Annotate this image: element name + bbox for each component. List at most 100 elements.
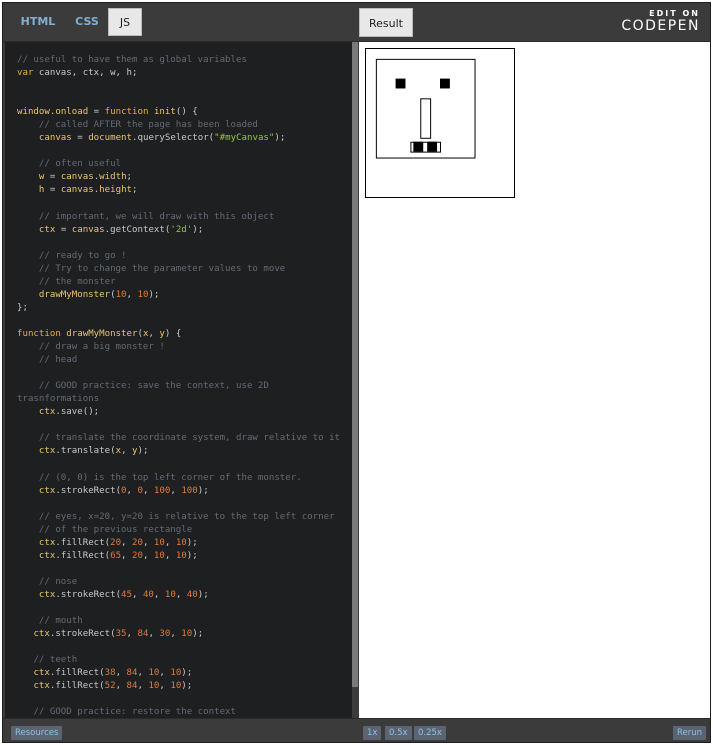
resources-button[interactable]: Resources bbox=[11, 726, 63, 740]
tab-html[interactable]: HTML bbox=[10, 8, 66, 36]
code-line: // of the previous rectangle bbox=[17, 524, 352, 537]
code-token: // ready to go ! bbox=[38, 250, 127, 261]
monster-tooth bbox=[413, 141, 424, 152]
code-token: = bbox=[71, 133, 89, 144]
code-token: ctx bbox=[38, 446, 56, 457]
code-token: drawMyMonster bbox=[66, 328, 138, 339]
code-token: .strokeRect( bbox=[49, 629, 116, 640]
js-code-editor[interactable]: // useful to have them as global variabl… bbox=[5, 42, 352, 718]
editor-scrollbar[interactable] bbox=[352, 42, 358, 687]
code-line: // called AFTER the page has been loaded bbox=[17, 119, 352, 132]
code-token: 10 bbox=[153, 537, 165, 548]
code-token: .fillRect( bbox=[55, 550, 111, 561]
code-token: .strokeRect( bbox=[55, 485, 122, 496]
code-token: , bbox=[137, 681, 149, 692]
tab-js[interactable]: JS bbox=[108, 8, 142, 36]
monster-head bbox=[375, 58, 476, 159]
code-token: // draw a big monster ! bbox=[38, 342, 165, 353]
zoom-0-25x-button[interactable]: 0.25x bbox=[414, 726, 446, 740]
code-token: 10 bbox=[181, 629, 193, 640]
my-canvas bbox=[365, 48, 515, 198]
code-token: 40 bbox=[142, 589, 154, 600]
code-line: ​ bbox=[17, 458, 352, 471]
code-token: 10 bbox=[115, 289, 127, 300]
code-token: = bbox=[44, 172, 61, 183]
code-line: ctx.fillRect(38, 84, 10, 10); bbox=[17, 667, 352, 680]
code-token: ); bbox=[197, 485, 209, 496]
code-token: ) { bbox=[164, 328, 182, 339]
monster-eye bbox=[395, 78, 406, 89]
code-line: ctx.translate(x, y); bbox=[17, 445, 352, 458]
code-token: , bbox=[164, 537, 176, 548]
code-token: // often useful bbox=[38, 159, 122, 170]
code-token: ); bbox=[197, 589, 209, 600]
code-line: // useful to have them as global variabl… bbox=[17, 54, 352, 67]
code-line: // mouth bbox=[17, 615, 352, 628]
code-token: 84 bbox=[126, 668, 138, 679]
code-token: .fillRect( bbox=[49, 668, 105, 679]
code-token: 10 bbox=[137, 289, 149, 300]
code-token: // of the previous rectangle bbox=[38, 524, 193, 535]
code-token: 30 bbox=[159, 629, 171, 640]
code-token: ctx bbox=[38, 550, 56, 561]
code-token: = bbox=[88, 107, 105, 118]
code-token: , bbox=[115, 668, 127, 679]
codepen-logo[interactable]: EDIT ON CODEPEN bbox=[621, 9, 700, 34]
code-token: , bbox=[126, 485, 138, 496]
code-token: ; bbox=[126, 172, 133, 183]
code-token: , bbox=[148, 629, 160, 640]
code-token: 20 bbox=[132, 537, 143, 548]
code-line: // Try to change the parameter values to… bbox=[17, 263, 352, 276]
rerun-button[interactable]: Rerun bbox=[673, 726, 707, 740]
code-token: , bbox=[142, 485, 154, 496]
code-line: ​ bbox=[17, 367, 352, 380]
code-token: ; bbox=[132, 185, 138, 196]
code-line: }; bbox=[17, 302, 352, 315]
code-token: // GOOD practice: save the context, use … bbox=[38, 381, 269, 392]
code-line: // ready to go ! bbox=[17, 250, 352, 263]
code-token: // nose bbox=[38, 576, 78, 587]
zoom-1x-button[interactable]: 1x bbox=[363, 726, 382, 740]
code-line: // teeth bbox=[17, 654, 352, 667]
code-content: // useful to have them as global variabl… bbox=[5, 42, 352, 718]
code-line: h = canvas.height; bbox=[17, 184, 352, 197]
code-token: .save(); bbox=[55, 407, 100, 418]
top-bar: HTML CSS JS Result EDIT ON CODEPEN bbox=[3, 3, 710, 42]
code-token: // head bbox=[38, 355, 78, 366]
zoom-0-5x-button[interactable]: 0.5x bbox=[385, 726, 412, 740]
code-line: // eyes, x=20, y=20 is relative to the t… bbox=[17, 511, 352, 524]
code-line: ctx = canvas.getContext('2d'); bbox=[17, 224, 352, 237]
code-token: 45 bbox=[121, 589, 132, 600]
bottom-bar: Resources 1x 0.5x 0.25x Rerun bbox=[3, 718, 710, 742]
code-line: // GOOD practice: restore the context bbox=[17, 706, 352, 718]
code-token: 10 bbox=[164, 589, 176, 600]
code-line: ​ bbox=[17, 93, 352, 106]
code-token: 35 bbox=[115, 629, 127, 640]
code-token: trasnformations bbox=[17, 394, 100, 405]
code-token: , bbox=[142, 537, 154, 548]
code-token: , bbox=[121, 446, 133, 457]
code-token: , bbox=[121, 537, 132, 548]
codepen-embed: HTML CSS JS Result EDIT ON CODEPEN // us… bbox=[2, 2, 711, 743]
code-token: , bbox=[126, 289, 138, 300]
code-line: ​ bbox=[17, 145, 352, 158]
code-token: , bbox=[142, 550, 154, 561]
code-line: // often useful bbox=[17, 158, 352, 171]
edit-on-label: EDIT ON bbox=[649, 9, 700, 18]
tab-css[interactable]: CSS bbox=[66, 8, 108, 36]
code-token: document bbox=[88, 133, 133, 144]
tab-result[interactable]: Result bbox=[359, 8, 413, 37]
code-line: window.onload = function init() { bbox=[17, 106, 352, 119]
code-token: "#myCanvas" bbox=[214, 133, 275, 144]
code-line: ​ bbox=[17, 693, 352, 706]
